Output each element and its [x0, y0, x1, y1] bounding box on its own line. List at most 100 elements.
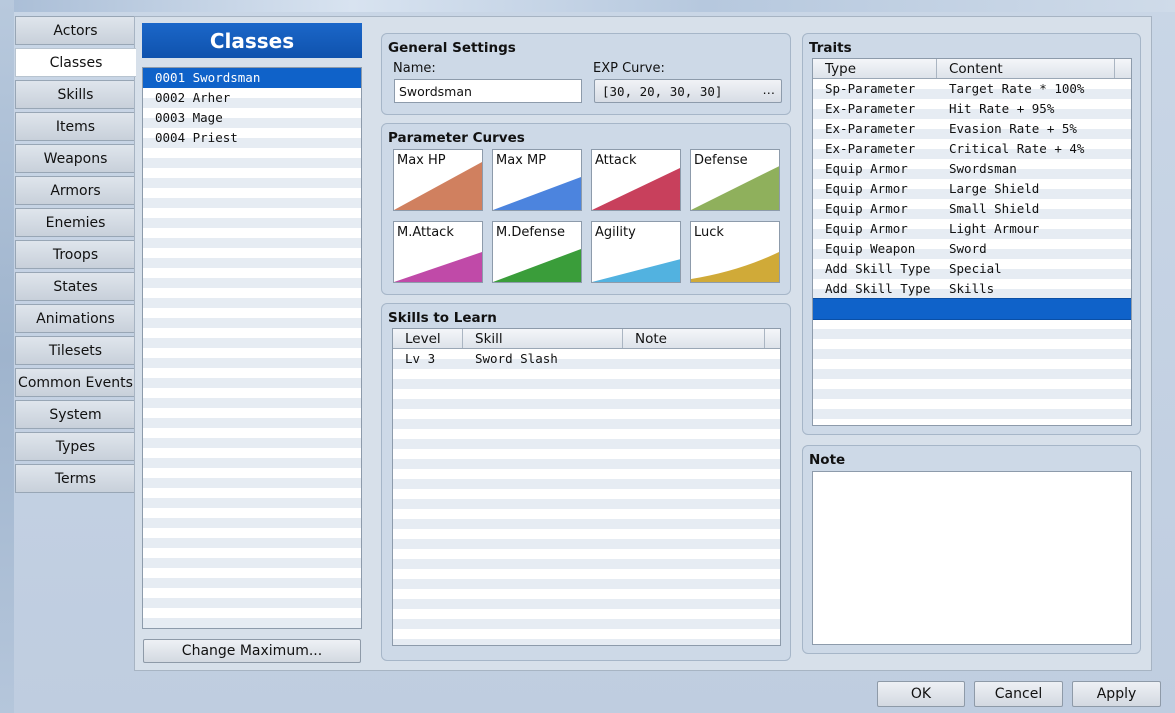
curve-max-mp[interactable]: Max MP: [492, 149, 582, 211]
table-row[interactable]: Equip Armor Large Shield: [813, 179, 1131, 199]
tab-system[interactable]: System: [15, 400, 135, 429]
traits-cell-content: Critical Rate + 4%: [949, 141, 1085, 156]
skills-cell-note: [623, 349, 765, 369]
tab-types[interactable]: Types: [15, 432, 135, 461]
change-maximum-button[interactable]: Change Maximum...: [143, 639, 361, 663]
tab-armors[interactable]: Armors: [15, 176, 135, 205]
class-list-item[interactable]: 0002 Arher: [143, 88, 361, 108]
curve-label: Attack: [595, 153, 637, 168]
table-row[interactable]: Equip Armor Small Shield: [813, 199, 1131, 219]
skills-col-level[interactable]: Level: [393, 329, 463, 348]
traits-cell-content: Target Rate * 100%: [949, 81, 1085, 96]
traits-cell-content: Light Armour: [949, 221, 1040, 236]
table-row[interactable]: Ex-Parameter Hit Rate + 95%: [813, 99, 1131, 119]
note-title: Note: [809, 452, 846, 468]
traits-cell-content: Evasion Rate + 5%: [949, 121, 1077, 136]
name-label: Name:: [393, 61, 436, 76]
window-frame-left: [0, 0, 14, 713]
table-row[interactable]: Equip Weapon Sword: [813, 239, 1131, 259]
table-row[interactable]: Add Skill Type Skills: [813, 279, 1131, 299]
curve-fill: [394, 162, 482, 210]
curve-max-hp[interactable]: Max HP: [393, 149, 483, 211]
traits-cell-type: [813, 299, 937, 319]
exp-curve-value: [30, 20, 30, 30]: [602, 83, 723, 99]
tab-troops[interactable]: Troops: [15, 240, 135, 269]
traits-cell-type: Sp-Parameter: [825, 81, 916, 96]
table-row[interactable]: Ex-Parameter Critical Rate + 4%: [813, 139, 1131, 159]
traits-col-type[interactable]: Type: [813, 59, 937, 78]
skills-col-note[interactable]: Note: [623, 329, 765, 348]
tab-animations[interactable]: Animations: [15, 304, 135, 333]
traits-cell-type: Equip Weapon: [825, 241, 916, 256]
traits-title: Traits: [809, 40, 852, 56]
traits-cell-type: Equip Armor: [825, 161, 908, 176]
tab-classes[interactable]: Classes: [15, 48, 136, 77]
skills-cell-level: Lv 3: [405, 351, 436, 366]
curve-label: Luck: [694, 225, 724, 240]
tab-weapons[interactable]: Weapons: [15, 144, 135, 173]
traits-cell-type: Add Skill Type: [825, 261, 931, 276]
parameter-curves-title: Parameter Curves: [388, 130, 525, 146]
tab-actors[interactable]: Actors: [15, 16, 135, 45]
name-input[interactable]: Swordsman: [394, 79, 582, 103]
curve-attack[interactable]: Attack: [591, 149, 681, 211]
table-row[interactable]: Lv 3 Sword Slash: [393, 349, 780, 369]
curve-m-defense[interactable]: M.Defense: [492, 221, 582, 283]
curve-label: Max MP: [496, 153, 547, 168]
traits-table-header: Type Content: [813, 59, 1131, 79]
table-row[interactable]: Equip Armor Light Armour: [813, 219, 1131, 239]
database-tabs: Actors Classes Skills Items Weapons Armors Ene…: [15, 16, 136, 496]
class-list-item[interactable]: 0003 Mage: [143, 108, 361, 128]
exp-curve-label: EXP Curve:: [593, 61, 665, 76]
class-list-item[interactable]: 0004 Priest: [143, 128, 361, 148]
curve-m-attack[interactable]: M.Attack: [393, 221, 483, 283]
tab-states[interactable]: States: [15, 272, 135, 301]
general-settings-group: General Settings Name: Swordsman EXP Cur…: [381, 33, 791, 115]
table-row[interactable]: Equip Armor Swordsman: [813, 159, 1131, 179]
traits-cell-type: Equip Armor: [825, 181, 908, 196]
traits-col-content[interactable]: Content: [937, 59, 1115, 78]
tab-items[interactable]: Items: [15, 112, 135, 141]
exp-curve-button[interactable]: [30, 20, 30, 30] …: [594, 79, 782, 103]
traits-cell-content: Sword: [949, 241, 987, 256]
curve-fill: [493, 177, 581, 210]
curve-defense[interactable]: Defense: [690, 149, 780, 211]
curve-fill: [394, 252, 482, 282]
curve-label: M.Defense: [496, 225, 565, 240]
table-row[interactable]: Ex-Parameter Evasion Rate + 5%: [813, 119, 1131, 139]
tab-skills[interactable]: Skills: [15, 80, 135, 109]
skills-table-header: Level Skill Note: [393, 329, 780, 349]
table-row[interactable]: Sp-Parameter Target Rate * 100%: [813, 79, 1131, 99]
table-row[interactable]: Add Skill Type Special: [813, 259, 1131, 279]
cancel-button[interactable]: Cancel: [974, 681, 1063, 707]
curve-fill: [592, 168, 680, 210]
traits-table[interactable]: Type Content Sp-Parameter Target Rate * 1…: [812, 58, 1132, 426]
note-textarea[interactable]: [812, 471, 1132, 645]
traits-cell-content: [937, 299, 1127, 319]
curve-luck[interactable]: Luck: [690, 221, 780, 283]
curve-label: Max HP: [397, 153, 446, 168]
traits-cell-type: Equip Armor: [825, 221, 908, 236]
tab-common-events[interactable]: Common Events: [15, 368, 135, 397]
apply-button[interactable]: Apply: [1072, 681, 1161, 707]
curve-label: M.Attack: [397, 225, 454, 240]
table-row[interactable]: [813, 298, 1131, 320]
curve-fill: [691, 166, 779, 210]
skills-to-learn-title: Skills to Learn: [388, 310, 497, 326]
ok-button[interactable]: OK: [877, 681, 965, 707]
traits-cell-type: Ex-Parameter: [825, 141, 916, 156]
traits-cell-content: Hit Rate + 95%: [949, 101, 1055, 116]
skills-table[interactable]: Level Skill Note Lv 3 Sword Slash: [392, 328, 781, 646]
traits-cell-content: Small Shield: [949, 201, 1040, 216]
curve-fill: [493, 249, 581, 282]
skills-col-skill[interactable]: Skill: [463, 329, 623, 348]
curve-agility[interactable]: Agility: [591, 221, 681, 283]
tab-terms[interactable]: Terms: [15, 464, 135, 493]
traits-cell-type: Equip Armor: [825, 201, 908, 216]
class-list-item[interactable]: 0001 Swordsman: [143, 68, 361, 88]
curve-fill: [592, 259, 680, 282]
curve-label: Agility: [595, 225, 636, 240]
class-list[interactable]: 0001 Swordsman 0002 Arher 0003 Mage 0004 Pr…: [142, 67, 362, 629]
tab-enemies[interactable]: Enemies: [15, 208, 135, 237]
tab-tilesets[interactable]: Tilesets: [15, 336, 135, 365]
